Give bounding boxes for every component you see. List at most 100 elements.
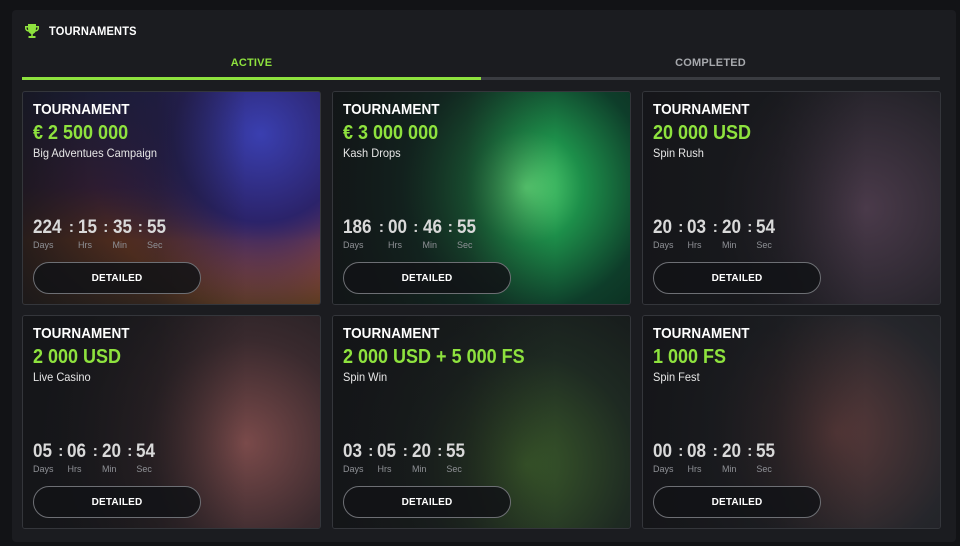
timer-separator: : bbox=[413, 219, 419, 236]
timer-separator: : bbox=[402, 443, 408, 460]
timer-separator: : bbox=[127, 443, 133, 460]
tournaments-panel: TOURNAMENTS ACTIVE COMPLETED TOURNAMENT … bbox=[12, 10, 956, 542]
timer-hours-label: Hrs bbox=[687, 240, 702, 250]
prize-amount: 2 000 USD + 5 000 FS bbox=[343, 346, 525, 368]
detailed-button-label: DETAILED bbox=[401, 496, 453, 508]
timer-minutes-label: Min bbox=[101, 464, 117, 474]
timer-hours-label: Hrs bbox=[67, 464, 82, 474]
timer-hours-label: Hrs bbox=[687, 464, 702, 474]
timer-separator: : bbox=[678, 219, 684, 236]
timer-minutes-label: Min bbox=[422, 240, 438, 250]
detailed-button[interactable]: DETAILED bbox=[343, 486, 511, 518]
tab-active[interactable]: ACTIVE bbox=[22, 48, 481, 80]
timer-days-label: Days bbox=[33, 464, 54, 474]
timer-minutes: 20 bbox=[721, 441, 741, 462]
timer-days-label: Days bbox=[343, 464, 364, 474]
timer-days-label: Days bbox=[653, 240, 674, 250]
timer-minutes: 20 bbox=[411, 441, 431, 462]
timer-separator: : bbox=[103, 219, 109, 236]
timer-seconds-label: Sec bbox=[456, 240, 473, 250]
timer-minutes: 46 bbox=[422, 217, 442, 238]
timer-seconds: 55 bbox=[456, 217, 476, 238]
trophy-icon bbox=[25, 24, 39, 38]
timer-hours-label: Hrs bbox=[388, 240, 403, 250]
tournament-name: Big Adventues Campaign bbox=[33, 146, 157, 160]
timer-separator: : bbox=[747, 219, 753, 236]
timer-days-label: Days bbox=[653, 464, 674, 474]
tournament-card: TOURNAMENT 2 000 USD + 5 000 FS Spin Win… bbox=[332, 315, 631, 529]
timer-days-label: Days bbox=[343, 240, 364, 250]
timer-separator: : bbox=[437, 443, 443, 460]
timer-days: 20 bbox=[653, 217, 673, 238]
timer-separator: : bbox=[378, 219, 385, 236]
tab-completed[interactable]: COMPLETED bbox=[481, 48, 940, 80]
timer-separator: : bbox=[712, 443, 718, 460]
countdown-timer: 186 Days : 00 Hrs : 46 Min : 55 Sec bbox=[343, 217, 478, 250]
tournament-card: TOURNAMENT € 3 000 000 Kash Drops 186 Day… bbox=[332, 91, 631, 305]
prize-amount: 2 000 USD bbox=[33, 346, 122, 368]
tournament-name: Live Casino bbox=[33, 370, 91, 384]
tournament-card: TOURNAMENT € 2 500 000 Big Adventues Cam… bbox=[22, 91, 321, 305]
detailed-button[interactable]: DETAILED bbox=[653, 486, 821, 518]
timer-seconds: 54 bbox=[136, 441, 156, 462]
timer-days: 05 bbox=[33, 441, 53, 462]
timer-minutes-label: Min bbox=[721, 240, 737, 250]
card-label: TOURNAMENT bbox=[653, 101, 750, 118]
timer-seconds: 55 bbox=[446, 441, 466, 462]
prize-amount: € 3 000 000 bbox=[343, 122, 439, 144]
timer-hours: 08 bbox=[687, 441, 707, 462]
tournament-name: Spin Win bbox=[343, 370, 388, 384]
tabs: ACTIVE COMPLETED bbox=[22, 48, 940, 80]
timer-seconds-label: Sec bbox=[446, 464, 462, 474]
timer-seconds: 55 bbox=[756, 441, 776, 462]
timer-minutes-label: Min bbox=[411, 464, 427, 474]
countdown-timer: 00 Days : 08 Hrs : 20 Min : 55 Sec bbox=[653, 441, 778, 474]
card-label: TOURNAMENT bbox=[653, 325, 750, 342]
tournament-name: Spin Fest bbox=[653, 370, 700, 384]
timer-seconds: 55 bbox=[146, 217, 166, 238]
card-label: TOURNAMENT bbox=[343, 101, 440, 118]
timer-separator: : bbox=[678, 443, 684, 460]
timer-separator: : bbox=[712, 219, 718, 236]
timer-seconds-label: Sec bbox=[136, 464, 152, 474]
timer-hours: 05 bbox=[377, 441, 397, 462]
timer-seconds: 54 bbox=[756, 217, 776, 238]
card-label: TOURNAMENT bbox=[33, 325, 130, 342]
timer-seconds-label: Sec bbox=[146, 240, 163, 250]
prize-amount: 20 000 USD bbox=[653, 122, 752, 144]
detailed-button[interactable]: DETAILED bbox=[343, 262, 511, 294]
detailed-button[interactable]: DETAILED bbox=[33, 262, 201, 294]
timer-separator: : bbox=[447, 219, 453, 236]
timer-minutes: 20 bbox=[101, 441, 121, 462]
timer-separator: : bbox=[747, 443, 753, 460]
timer-hours: 06 bbox=[67, 441, 87, 462]
countdown-timer: 05 Days : 06 Hrs : 20 Min : 54 Sec bbox=[33, 441, 158, 474]
timer-minutes-label: Min bbox=[112, 240, 128, 250]
timer-hours: 15 bbox=[78, 217, 98, 238]
tournament-name: Kash Drops bbox=[343, 146, 401, 160]
timer-days-label: Days bbox=[33, 240, 54, 250]
timer-days: 03 bbox=[343, 441, 363, 462]
tournament-card: TOURNAMENT 1 000 FS Spin Fest 00 Days : 0… bbox=[642, 315, 941, 529]
detailed-button-label: DETAILED bbox=[401, 272, 453, 284]
prize-amount: € 2 500 000 bbox=[33, 122, 129, 144]
detailed-button[interactable]: DETAILED bbox=[653, 262, 821, 294]
detailed-button-label: DETAILED bbox=[711, 496, 763, 508]
timer-minutes-label: Min bbox=[721, 464, 737, 474]
panel-title: TOURNAMENTS bbox=[49, 24, 137, 38]
countdown-timer: 224 Days : 15 Hrs : 35 Min : 55 Sec bbox=[33, 217, 168, 250]
timer-hours: 00 bbox=[388, 217, 408, 238]
tournament-card: TOURNAMENT 2 000 USD Live Casino 05 Days … bbox=[22, 315, 321, 529]
timer-separator: : bbox=[368, 443, 374, 460]
timer-separator: : bbox=[92, 443, 98, 460]
tournament-card: TOURNAMENT 20 000 USD Spin Rush 20 Days :… bbox=[642, 91, 941, 305]
timer-days: 224 bbox=[33, 217, 62, 238]
timer-minutes: 20 bbox=[721, 217, 741, 238]
timer-days: 00 bbox=[653, 441, 673, 462]
timer-seconds-label: Sec bbox=[756, 240, 772, 250]
detailed-button[interactable]: DETAILED bbox=[33, 486, 201, 518]
timer-minutes: 35 bbox=[112, 217, 132, 238]
detailed-button-label: DETAILED bbox=[91, 496, 143, 508]
card-label: TOURNAMENT bbox=[343, 325, 440, 342]
timer-separator: : bbox=[68, 219, 75, 236]
